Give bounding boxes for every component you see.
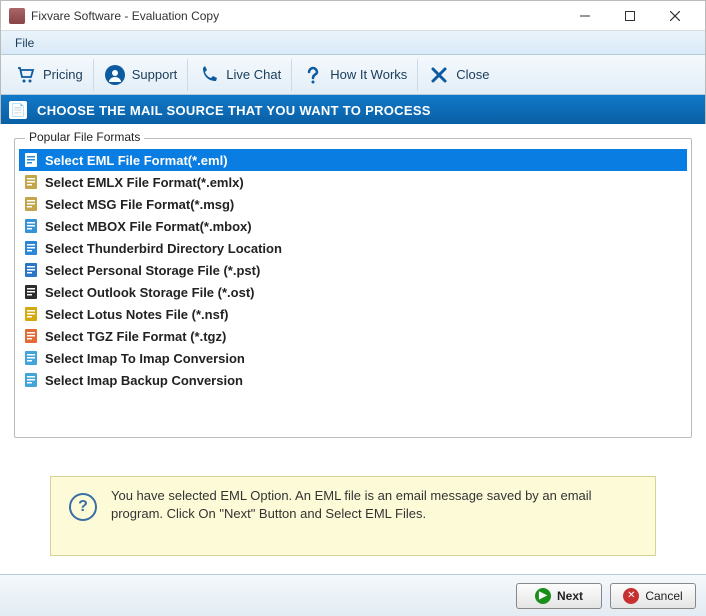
maximize-button[interactable] <box>607 2 652 30</box>
support-button[interactable]: Support <box>94 59 189 91</box>
how-it-works-label: How It Works <box>330 67 407 82</box>
cancel-label: Cancel <box>645 589 682 603</box>
banner: 📄 CHOOSE THE MAIL SOURCE THAT YOU WANT T… <box>1 95 705 125</box>
formats-list: Select EML File Format(*.eml) Select EMLX… <box>19 149 687 433</box>
format-item[interactable]: Select Lotus Notes File (*.nsf) <box>19 303 687 325</box>
format-item-label: Select MBOX File Format(*.mbox) <box>45 219 252 234</box>
format-item-label: Select TGZ File Format (*.tgz) <box>45 329 226 344</box>
cancel-icon: ✕ <box>623 588 639 604</box>
outlook-pst-icon <box>23 262 39 278</box>
close-icon <box>428 64 450 86</box>
content-area: Popular File Formats Select EML File For… <box>0 124 706 574</box>
tgz-icon <box>23 328 39 344</box>
live-chat-label: Live Chat <box>226 67 281 82</box>
format-item-label: Select MSG File Format(*.msg) <box>45 197 234 212</box>
format-item-label: Select Personal Storage File (*.pst) <box>45 263 260 278</box>
file-mbox-icon <box>23 218 39 234</box>
format-item[interactable]: Select EMLX File Format(*.emlx) <box>19 171 687 193</box>
outlook-ost-icon <box>23 284 39 300</box>
question-icon <box>302 64 324 86</box>
format-item[interactable]: Select Outlook Storage File (*.ost) <box>19 281 687 303</box>
close-label: Close <box>456 67 489 82</box>
format-item-label: Select EML File Format(*.eml) <box>45 153 228 168</box>
window-controls <box>562 2 697 30</box>
format-item[interactable]: Select Imap Backup Conversion <box>19 369 687 391</box>
cart-icon <box>15 64 37 86</box>
file-eml-icon <box>23 152 39 168</box>
support-label: Support <box>132 67 178 82</box>
format-item-label: Select Imap Backup Conversion <box>45 373 243 388</box>
titlebar: Fixvare Software - Evaluation Copy <box>1 1 705 31</box>
phone-icon <box>198 64 220 86</box>
menu-file[interactable]: File <box>7 34 42 52</box>
info-text: You have selected EML Option. An EML fil… <box>111 487 637 522</box>
minimize-button[interactable] <box>562 2 607 30</box>
file-msg-icon <box>23 196 39 212</box>
pricing-label: Pricing <box>43 67 83 82</box>
file-emlx-icon <box>23 174 39 190</box>
format-item-label: Select EMLX File Format(*.emlx) <box>45 175 244 190</box>
formats-group: Popular File Formats Select EML File For… <box>14 138 692 438</box>
footer: ▶ Next ✕ Cancel <box>0 574 706 616</box>
format-item-label: Select Imap To Imap Conversion <box>45 351 245 366</box>
menubar: File <box>1 31 705 55</box>
format-item-label: Select Outlook Storage File (*.ost) <box>45 285 254 300</box>
format-item[interactable]: Select Personal Storage File (*.pst) <box>19 259 687 281</box>
formats-group-label: Popular File Formats <box>25 130 144 144</box>
cancel-button[interactable]: ✕ Cancel <box>610 583 696 609</box>
next-label: Next <box>557 589 583 603</box>
format-item-label: Select Thunderbird Directory Location <box>45 241 282 256</box>
how-it-works-button[interactable]: How It Works <box>292 59 418 91</box>
pricing-button[interactable]: Pricing <box>5 59 94 91</box>
format-item[interactable]: Select Thunderbird Directory Location <box>19 237 687 259</box>
close-toolbar-button[interactable]: Close <box>418 59 499 91</box>
close-button[interactable] <box>652 2 697 30</box>
app-icon <box>9 8 25 24</box>
headset-icon <box>104 64 126 86</box>
info-box: ? You have selected EML Option. An EML f… <box>50 476 656 556</box>
format-item[interactable]: Select MSG File Format(*.msg) <box>19 193 687 215</box>
info-icon: ? <box>69 493 97 521</box>
toolbar: Pricing Support Live Chat How It Works C… <box>1 55 705 95</box>
format-item-label: Select Lotus Notes File (*.nsf) <box>45 307 228 322</box>
format-item[interactable]: Select EML File Format(*.eml) <box>19 149 687 171</box>
format-item[interactable]: Select TGZ File Format (*.tgz) <box>19 325 687 347</box>
thunderbird-icon <box>23 240 39 256</box>
imap-convert-icon <box>23 350 39 366</box>
next-button[interactable]: ▶ Next <box>516 583 602 609</box>
live-chat-button[interactable]: Live Chat <box>188 59 292 91</box>
banner-text: CHOOSE THE MAIL SOURCE THAT YOU WANT TO … <box>37 103 431 118</box>
lotus-icon <box>23 306 39 322</box>
window-title: Fixvare Software - Evaluation Copy <box>31 9 562 23</box>
imap-backup-icon <box>23 372 39 388</box>
format-item[interactable]: Select MBOX File Format(*.mbox) <box>19 215 687 237</box>
format-item[interactable]: Select Imap To Imap Conversion <box>19 347 687 369</box>
next-icon: ▶ <box>535 588 551 604</box>
banner-icon: 📄 <box>9 101 27 119</box>
